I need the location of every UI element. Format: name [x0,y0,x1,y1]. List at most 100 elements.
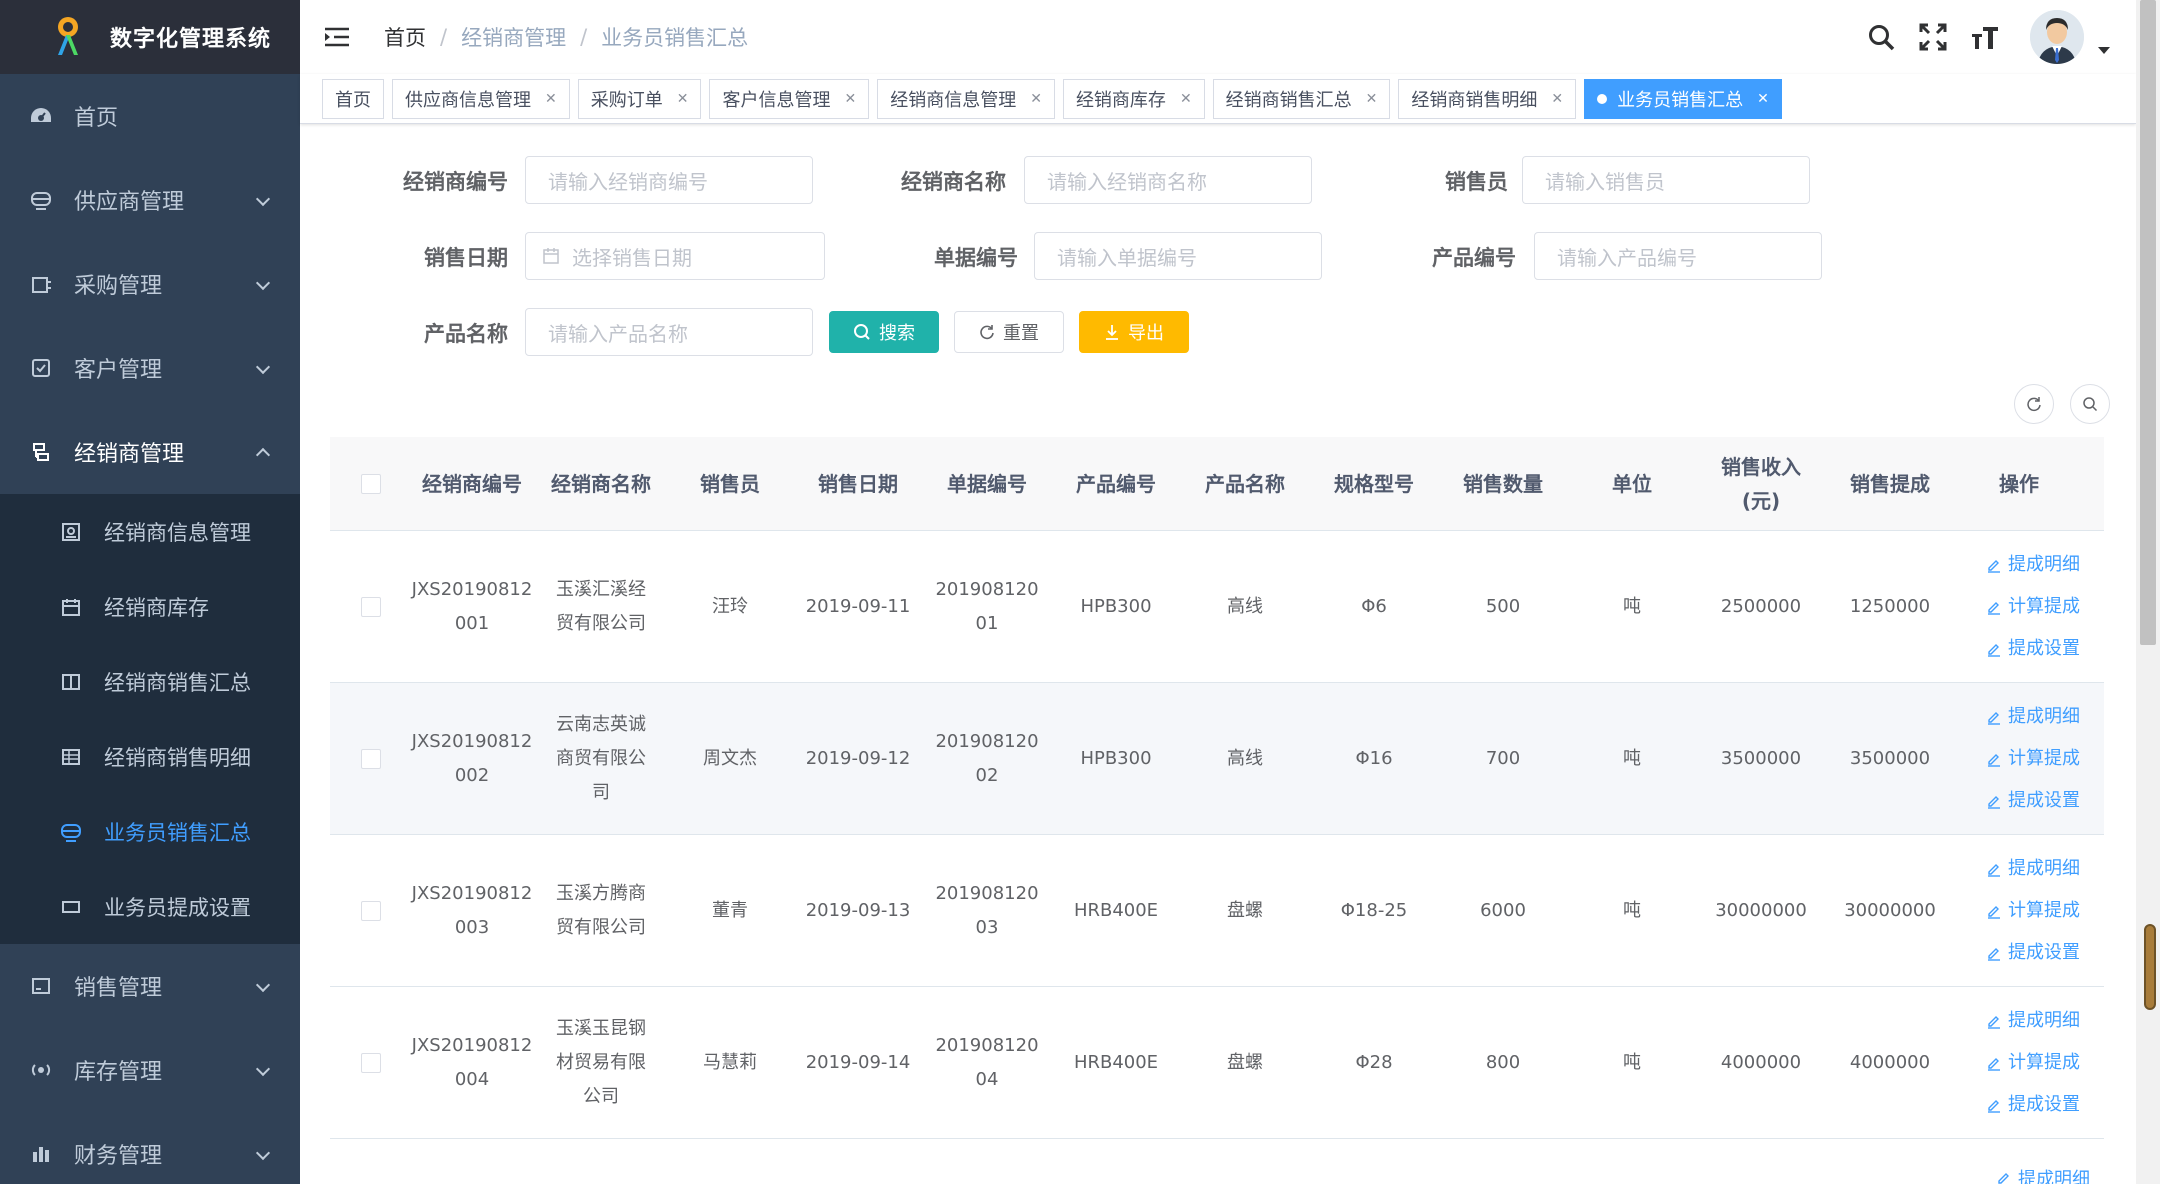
sidebar-item-commission-settings[interactable]: 业务员提成设置 [0,869,300,944]
close-icon[interactable]: ✕ [1180,91,1192,107]
sidebar: 数字化管理系统 首页 供应商管理 采购管理 客户管理 经销商管理 经销商信息管理… [0,0,300,1184]
cell-text: 公司 [583,1085,619,1107]
chevron-down-icon [255,191,271,207]
tag-salesman-summary[interactable]: 业务员销售汇总 ✕ [1584,78,1782,119]
tag-home[interactable]: 首页 [322,78,384,119]
toggle-search-button[interactable] [2070,384,2110,424]
breadcrumb-item: 经销商管理 [461,26,567,50]
commission-detail-link[interactable]: 提成明细 [1982,1157,2104,1184]
salesman-input[interactable]: 请输入销售员 [1522,156,1810,204]
close-icon[interactable]: ✕ [1551,91,1563,107]
download-icon [1106,325,1118,340]
commission-settings-link[interactable]: 提成设置 [1986,1084,2080,1126]
search-icon [854,324,870,340]
commission-detail-link[interactable]: 提成明细 [1986,1000,2080,1042]
tag-label: 经销商库存 [1075,89,1166,111]
search-button[interactable]: 搜索 [829,311,939,353]
avatar[interactable] [2030,10,2084,64]
refresh-table-button[interactable] [2014,384,2054,424]
calculate-commission-link[interactable]: 计算提成 [1986,890,2080,932]
cell-product-code: HPB300 [1080,747,1152,769]
product-code-input[interactable]: 请输入产品编号 [1534,232,1822,280]
logo-area[interactable]: 数字化管理系统 [0,0,300,74]
scroll-handle[interactable] [2144,924,2156,1010]
sidebar-item-salesman-summary[interactable]: 业务员销售汇总 [0,794,300,869]
sidebar-item-dealer-stock[interactable]: 经销商库存 [0,569,300,644]
sidebar-item-supplier[interactable]: 供应商管理 [0,158,300,242]
cell-revenue: 2500000 [1720,595,1802,617]
sidebar-item-inventory[interactable]: 库存管理 [0,1028,300,1112]
dealer-info-icon [60,521,82,543]
close-icon[interactable]: ✕ [1757,91,1769,107]
tag-customer-info[interactable]: 客户信息管理 ✕ [709,78,870,119]
search-icon[interactable] [1866,22,1896,52]
sidebar-item-finance[interactable]: 财务管理 [0,1112,300,1184]
close-icon[interactable]: ✕ [1030,91,1042,107]
cell-text: 云南志英诚 [556,713,646,735]
dealer-code-input[interactable]: 请输入经销商编号 [525,156,813,204]
scrollbar-thumb[interactable] [2140,0,2156,645]
caret-down-icon[interactable] [2098,46,2110,54]
row-checkbox[interactable] [361,1052,381,1073]
sidebar-item-sales[interactable]: 销售管理 [0,944,300,1028]
commission-settings-link[interactable]: 提成设置 [1986,780,2080,822]
row-checkbox[interactable] [361,900,381,921]
col-header: 操作 [1999,471,2039,496]
tag-dealer-info[interactable]: 经销商信息管理 ✕ [877,78,1055,119]
tag-dealer-stock[interactable]: 经销商库存 ✕ [1062,78,1205,119]
row-select-cell [330,596,412,617]
tag-purchase-order[interactable]: 采购订单 ✕ [577,78,702,119]
dealer-icon [30,441,52,463]
sale-date-picker[interactable]: 选择销售日期 [525,232,825,280]
close-icon[interactable]: ✕ [677,91,689,107]
op-label: 提成明细 [2008,553,2080,575]
sidebar-item-purchase[interactable]: 采购管理 [0,242,300,326]
hamburger-icon[interactable] [324,26,350,48]
tag-dealer-sales-summary[interactable]: 经销商销售汇总 ✕ [1212,78,1391,119]
sidebar-item-dealer-sales-summary[interactable]: 经销商销售汇总 [0,644,300,719]
sidebar-item-home[interactable]: 首页 [0,74,300,158]
cell-ops: 提成明细 计算提成 提成设置 [1958,848,2080,974]
select-all-checkbox[interactable] [361,473,381,494]
calculate-commission-link[interactable]: 计算提成 [1986,738,2080,780]
sidebar-item-dealer-sales-detail[interactable]: 经销商销售明细 [0,719,300,794]
calculate-commission-link[interactable]: 计算提成 [1986,586,2080,628]
col-header: 销售员 [700,471,760,496]
cell-product-name: 盘螺 [1227,899,1263,921]
active-dot-icon [1597,93,1608,104]
op-label: 提成明细 [2008,1009,2080,1031]
commission-settings-link[interactable]: 提成设置 [1986,932,2080,974]
font-size-icon[interactable] [1970,22,2000,52]
export-button[interactable]: 导出 [1079,311,1189,353]
cell-text: 03 [975,916,999,938]
commission-settings-link[interactable]: 提成设置 [1986,628,2080,670]
edit-icon [1988,601,2000,615]
calculate-commission-link[interactable]: 计算提成 [1986,1042,2080,1084]
close-icon[interactable]: ✕ [545,91,557,107]
sidebar-item-dealer-info[interactable]: 经销商信息管理 [0,494,300,569]
tag-dealer-sales-detail[interactable]: 经销商销售明细 ✕ [1398,78,1577,119]
edit-icon [1988,1099,2000,1113]
breadcrumb-item[interactable]: 首页 [384,22,426,52]
cell-dealer-name: 玉溪汇溪经 贸有限公司 [532,573,670,641]
dealer-name-input[interactable]: 请输入经销商名称 [1024,156,1312,204]
close-icon[interactable]: ✕ [1366,91,1378,107]
sidebar-item-dealer[interactable]: 经销商管理 [0,410,300,494]
product-name-input[interactable]: 请输入产品名称 [525,308,813,356]
sidebar-item-customer[interactable]: 客户管理 [0,326,300,410]
row-checkbox[interactable] [361,596,381,617]
commission-detail-link[interactable]: 提成明细 [1986,544,2080,586]
doc-no-input[interactable]: 请输入单据编号 [1034,232,1322,280]
sidebar-item-label: 经销商库存 [104,595,209,620]
sidebar-item-label: 供应商管理 [74,190,185,215]
search-button-label: 搜索 [879,323,915,344]
row-checkbox[interactable] [361,748,381,769]
close-icon[interactable]: ✕ [844,91,856,107]
breadcrumb-separator: / [580,25,588,49]
reset-button[interactable]: 重置 [954,311,1064,353]
fullscreen-icon[interactable] [1918,22,1948,52]
col-header: 单位 [1612,471,1652,496]
tag-supplier-info[interactable]: 供应商信息管理 ✕ [392,78,570,119]
commission-detail-link[interactable]: 提成明细 [1986,848,2080,890]
commission-detail-link[interactable]: 提成明细 [1986,696,2080,738]
